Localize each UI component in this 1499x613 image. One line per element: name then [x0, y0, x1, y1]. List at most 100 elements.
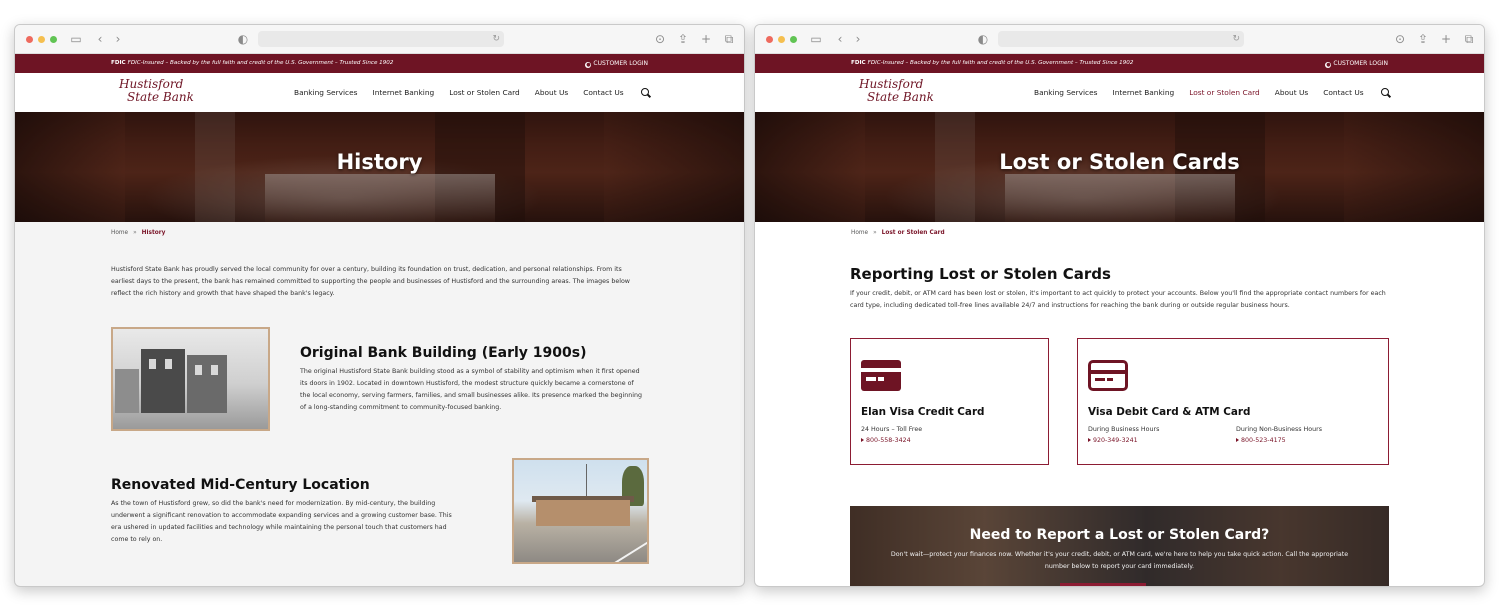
fdic-bar: FDIC FDIC-Insured – Backed by the full fa… [15, 54, 744, 73]
privacy-shield-icon[interactable]: ◐ [235, 31, 251, 47]
address-bar[interactable]: ↻ [998, 31, 1244, 47]
business-hours-label: During Business Hours [1088, 426, 1160, 433]
credit-phone-number: 800-558-3424 [866, 437, 911, 444]
minimize-window-button[interactable] [778, 36, 785, 43]
download-icon[interactable]: ⊙ [652, 31, 668, 47]
close-window-button[interactable] [26, 36, 33, 43]
hero-banner: Lost or Stolen Cards [755, 112, 1484, 222]
non-business-hours-phone-link[interactable]: 800-523-4175 [1236, 437, 1286, 444]
caret-right-icon [1236, 438, 1239, 442]
nav-lost-stolen-card[interactable]: Lost or Stolen Card [449, 88, 520, 97]
breadcrumb: Home » Lost or Stolen Card [851, 230, 945, 236]
section-intro: If your credit, debit, or ATM card has b… [850, 290, 1386, 309]
breadcrumb-home[interactable]: Home [111, 230, 128, 236]
credit-phone-link[interactable]: 800-558-3424 [861, 437, 911, 444]
report-cta-banner: Need to Report a Lost or Stolen Card? Do… [850, 506, 1389, 586]
browser-toolbar: ▭ ‹ › ◐ ↻ ⊙ ⇪ + ⧉ [15, 25, 744, 54]
customer-login-label: CUSTOMER LOGIN [1333, 60, 1388, 67]
fdic-logo: FDIC [851, 60, 866, 66]
nav-about-us[interactable]: About Us [535, 88, 568, 97]
privacy-shield-icon[interactable]: ◐ [975, 31, 991, 47]
customer-login-link[interactable]: ● CUSTOMER LOGIN [585, 54, 648, 73]
renovated-bank-photo [512, 458, 649, 564]
customer-login-link[interactable]: ● CUSTOMER LOGIN [1325, 54, 1388, 73]
fdic-text: FDIC-Insured – Backed by the full faith … [127, 60, 394, 66]
history-intro: Hustisford State Bank has proudly served… [111, 266, 630, 297]
hero-banner: History [15, 112, 744, 222]
back-icon[interactable]: ‹ [832, 31, 848, 47]
page-title: Lost or Stolen Cards [999, 150, 1240, 174]
site-header: Hustisford State Bank Banking Services I… [755, 73, 1484, 112]
fdic-bar: FDIC FDIC-Insured – Backed by the full fa… [755, 54, 1484, 73]
share-icon[interactable]: ⇪ [675, 31, 691, 47]
zoom-window-button[interactable] [790, 36, 797, 43]
bank-logo[interactable]: Hustisford State Bank [855, 76, 934, 109]
card-title: Visa Debit Card & ATM Card [1088, 406, 1251, 418]
forward-icon[interactable]: › [850, 31, 866, 47]
nav-about-us[interactable]: About Us [1275, 88, 1308, 97]
nav-banking-services[interactable]: Banking Services [1034, 88, 1098, 97]
page-title: History [336, 150, 423, 174]
original-bank-photo [111, 327, 270, 431]
download-icon[interactable]: ⊙ [1392, 31, 1408, 47]
back-icon[interactable]: ‹ [92, 31, 108, 47]
nav-internet-banking[interactable]: Internet Banking [1113, 88, 1175, 97]
sidebar-icon[interactable]: ▭ [808, 31, 824, 47]
bank-logo[interactable]: Hustisford State Bank [115, 76, 194, 109]
logo-line-1: Hustisford [119, 77, 184, 91]
address-bar[interactable]: ↻ [258, 31, 504, 47]
browser-window-lost-stolen: ▭ ‹ › ◐ ↻ ⊙ ⇪ + ⧉ FDIC FDIC-Insured – Bac… [754, 24, 1485, 587]
user-icon: ● [585, 62, 592, 68]
section-text-renovated-location: As the town of Hustisford grew, so did t… [111, 500, 452, 543]
business-hours-phone-link[interactable]: 920-349-3241 [1088, 437, 1138, 444]
logo-line-2: State Bank [127, 90, 194, 104]
cta-button[interactable] [1060, 583, 1146, 586]
breadcrumb: Home » History [111, 230, 165, 236]
non-business-hours-phone: 800-523-4175 [1241, 437, 1286, 444]
main-nav: Banking Services Internet Banking Lost o… [1034, 73, 1391, 112]
search-icon[interactable] [1380, 87, 1391, 98]
logo-line-2: State Bank [867, 90, 934, 104]
cta-title: Need to Report a Lost or Stolen Card? [969, 527, 1270, 543]
credit-card-icon [861, 360, 901, 391]
user-icon: ● [1325, 62, 1332, 68]
breadcrumb-separator: » [133, 230, 137, 236]
zoom-window-button[interactable] [50, 36, 57, 43]
debit-card-icon [1088, 360, 1128, 391]
reload-icon[interactable]: ↻ [1232, 31, 1240, 47]
breadcrumb-current: Lost or Stolen Card [881, 230, 945, 236]
nav-banking-services[interactable]: Banking Services [294, 88, 358, 97]
site-header: Hustisford State Bank Banking Services I… [15, 73, 744, 112]
card-hours: 24 Hours – Toll Free [861, 426, 923, 433]
share-icon[interactable]: ⇪ [1415, 31, 1431, 47]
browser-toolbar: ▭ ‹ › ◐ ↻ ⊙ ⇪ + ⧉ [755, 25, 1484, 54]
section-title-original-building: Original Bank Building (Early 1900s) [300, 345, 587, 361]
browser-window-history: ▭ ‹ › ◐ ↻ ⊙ ⇪ + ⧉ FDIC FDIC-Insured – Bac… [14, 24, 745, 587]
nav-internet-banking[interactable]: Internet Banking [373, 88, 435, 97]
fdic-text: FDIC-Insured – Backed by the full faith … [867, 60, 1134, 66]
fdic-notice: FDIC FDIC-Insured – Backed by the full fa… [851, 54, 1133, 73]
forward-icon[interactable]: › [110, 31, 126, 47]
breadcrumb-separator: » [873, 230, 877, 236]
new-tab-icon[interactable]: + [698, 31, 714, 47]
caret-right-icon [861, 438, 864, 442]
nav-contact-us[interactable]: Contact Us [1323, 88, 1363, 97]
breadcrumb-home[interactable]: Home [851, 230, 868, 236]
nav-contact-us[interactable]: Contact Us [583, 88, 623, 97]
business-hours-phone: 920-349-3241 [1093, 437, 1138, 444]
tab-overview-icon[interactable]: ⧉ [721, 31, 737, 47]
close-window-button[interactable] [766, 36, 773, 43]
sidebar-icon[interactable]: ▭ [68, 31, 84, 47]
card-title: Elan Visa Credit Card [861, 406, 985, 418]
cta-text: Don't wait—protect your finances now. Wh… [890, 551, 1349, 570]
non-business-hours-label: During Non-Business Hours [1236, 426, 1322, 433]
reload-icon[interactable]: ↻ [492, 31, 500, 47]
tab-overview-icon[interactable]: ⧉ [1461, 31, 1477, 47]
section-title-renovated-location: Renovated Mid-Century Location [111, 477, 370, 493]
new-tab-icon[interactable]: + [1438, 31, 1454, 47]
nav-lost-stolen-card[interactable]: Lost or Stolen Card [1189, 88, 1260, 97]
search-icon[interactable] [640, 87, 651, 98]
minimize-window-button[interactable] [38, 36, 45, 43]
logo-line-1: Hustisford [859, 77, 924, 91]
main-nav: Banking Services Internet Banking Lost o… [294, 73, 651, 112]
